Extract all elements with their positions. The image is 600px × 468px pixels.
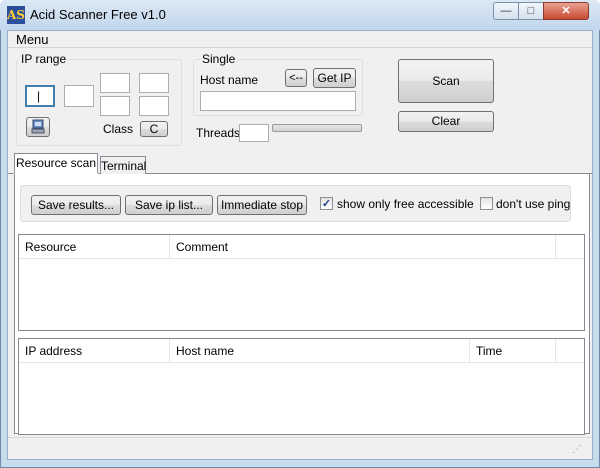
save-results-button[interactable]: Save results... [31, 195, 121, 215]
ip-octet-field-4-end[interactable] [139, 96, 169, 116]
immediate-stop-button[interactable]: Immediate stop [217, 195, 307, 215]
ip-octet-field-4-start[interactable] [139, 73, 169, 93]
ip-range-label: IP range [19, 52, 69, 66]
get-ip-button[interactable]: Get IP [313, 68, 356, 88]
ip-octet-field-3-end[interactable] [100, 96, 130, 116]
ip-octet-field-1[interactable]: | [25, 85, 55, 107]
threads-slider[interactable] [272, 124, 362, 132]
dont-use-ping-checkbox[interactable] [480, 197, 493, 210]
column-header-resource[interactable]: Resource [19, 235, 170, 259]
computer-icon [31, 119, 45, 134]
checkmark-icon: ✓ [321, 198, 332, 210]
host-name-label: Host name [200, 73, 259, 87]
threads-input[interactable] [239, 124, 269, 142]
save-ip-list-button[interactable]: Save ip list... [125, 195, 213, 215]
copy-host-button[interactable]: <-- [285, 69, 307, 87]
menu-item-menu[interactable]: Menu [16, 32, 49, 47]
resource-table-header: Resource Comment [19, 235, 584, 259]
column-header-time[interactable]: Time [470, 339, 556, 363]
minimize-button[interactable]: — [493, 2, 519, 20]
ip-table-header: IP address Host name Time [19, 339, 584, 363]
app-icon: AS [7, 6, 25, 24]
resize-grip-icon[interactable]: ⋰ [572, 445, 586, 457]
menu-bar [8, 31, 592, 48]
column-header-comment[interactable]: Comment [170, 235, 556, 259]
tab-resource-scan[interactable]: Resource scan [14, 153, 98, 174]
ip-octet-field-2[interactable] [64, 85, 94, 107]
tab-terminal[interactable]: Terminal [100, 156, 146, 174]
resource-table[interactable]: Resource Comment [18, 234, 585, 331]
ip-octet-field-3-start[interactable] [100, 73, 130, 93]
status-bar [8, 437, 592, 459]
dont-use-ping-label: don't use ping [496, 197, 571, 211]
class-c-button[interactable]: C [140, 121, 168, 137]
network-scan-button[interactable] [26, 117, 50, 137]
clear-button[interactable]: Clear [398, 111, 494, 132]
window-title: Acid Scanner Free v1.0 [30, 7, 166, 22]
scan-button[interactable]: Scan [398, 59, 494, 103]
show-only-free-label: show only free accessible [337, 197, 474, 211]
column-header-host-name[interactable]: Host name [170, 339, 470, 363]
column-header-ip-address[interactable]: IP address [19, 339, 170, 363]
maximize-button[interactable]: □ [518, 2, 544, 20]
ip-table[interactable]: IP address Host name Time [18, 338, 585, 435]
show-only-free-checkbox[interactable]: ✓ [320, 197, 333, 210]
class-label: Class [103, 122, 134, 136]
close-button[interactable]: ✕ [543, 2, 589, 20]
single-label: Single [200, 52, 238, 66]
threads-label: Threads [196, 126, 241, 140]
host-name-input[interactable] [200, 91, 356, 111]
